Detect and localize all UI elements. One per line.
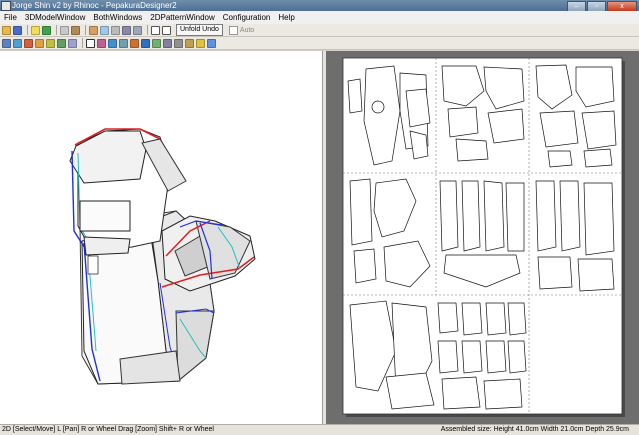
toolbar-separator xyxy=(82,38,83,48)
auto-checkbox-box[interactable] xyxy=(228,25,238,35)
model-3d-view[interactable] xyxy=(0,51,323,424)
pattern-piece[interactable] xyxy=(347,78,363,114)
line-icon[interactable] xyxy=(46,38,55,48)
pattern-piece[interactable] xyxy=(507,302,527,336)
pattern-piece[interactable] xyxy=(547,150,573,168)
shape-icon[interactable] xyxy=(60,25,69,35)
zoom-icon[interactable] xyxy=(13,38,22,48)
cube-icon[interactable] xyxy=(71,25,80,35)
title-bar: Jorge Shin v2 by Rhinoc - PepakuraDesign… xyxy=(0,0,639,12)
pattern-piece[interactable] xyxy=(437,302,459,334)
menu-both-windows[interactable]: BothWindows xyxy=(89,11,146,24)
page-icon[interactable] xyxy=(68,38,77,48)
pattern-piece[interactable] xyxy=(461,180,481,252)
pattern-piece[interactable] xyxy=(461,302,483,336)
pattern-piece[interactable] xyxy=(405,88,431,128)
pattern-piece[interactable] xyxy=(349,178,373,246)
status-assembled-size: Assembled size: Height 41.0cm Width 21.0… xyxy=(440,426,629,433)
flap-icon[interactable] xyxy=(108,38,117,48)
pattern-piece[interactable] xyxy=(487,108,525,144)
undo-icon[interactable] xyxy=(185,38,194,48)
pattern-piece[interactable] xyxy=(583,182,615,256)
pattern-piece[interactable] xyxy=(485,302,507,336)
pattern-piece[interactable] xyxy=(535,180,557,252)
pattern-piece[interactable] xyxy=(539,110,579,148)
pattern-piece[interactable] xyxy=(505,182,525,252)
layout-icon[interactable] xyxy=(57,38,66,48)
main-toolbar: Unfold Undo Auto xyxy=(0,24,639,37)
pattern-piece[interactable] xyxy=(559,180,581,252)
menu-bar: File 3DModelWindow BothWindows 2DPattern… xyxy=(0,11,639,24)
toolbar-separator xyxy=(147,25,148,35)
pattern-piece[interactable] xyxy=(577,258,615,292)
anchor-icon[interactable] xyxy=(122,25,131,35)
pattern-piece[interactable] xyxy=(485,340,507,374)
pattern-piece[interactable] xyxy=(439,180,459,252)
edge-icon[interactable] xyxy=(24,38,33,48)
pattern-piece[interactable] xyxy=(441,376,481,410)
scissors-icon[interactable] xyxy=(111,25,120,35)
pattern-sheet[interactable] xyxy=(326,51,639,424)
menu-help[interactable]: Help xyxy=(274,11,298,24)
unfold-icon[interactable] xyxy=(31,25,40,35)
window-title: Jorge Shin v2 by Rhinoc - PepakuraDesign… xyxy=(12,1,177,10)
print-icon[interactable] xyxy=(174,38,183,48)
pattern-piece[interactable] xyxy=(461,340,483,374)
help-icon[interactable] xyxy=(207,38,216,48)
open-icon[interactable] xyxy=(2,25,11,35)
grid-icon[interactable] xyxy=(141,38,150,48)
model-face xyxy=(79,200,131,232)
toolbar-separator xyxy=(85,25,86,35)
pattern-2d-view[interactable] xyxy=(326,51,639,424)
papercraft-model[interactable] xyxy=(0,51,323,424)
model-icon[interactable] xyxy=(42,25,51,35)
app-icon xyxy=(1,1,11,11)
secondary-toolbar xyxy=(0,37,639,50)
status-mode-hint: 2D [Select/Move] L [Pan] R or Wheel Drag… xyxy=(2,426,214,433)
select-icon[interactable] xyxy=(86,38,95,48)
save-icon[interactable] xyxy=(13,25,22,35)
pattern-piece[interactable] xyxy=(353,248,377,284)
fit-icon[interactable] xyxy=(2,38,11,48)
window-controls: – ▫ x xyxy=(567,1,637,12)
model-face xyxy=(69,130,147,184)
unfold-undo-button[interactable]: Unfold Undo xyxy=(176,24,223,36)
auto-checkbox-label: Auto xyxy=(239,26,255,34)
brush-icon[interactable] xyxy=(130,38,139,48)
toolbar-separator xyxy=(56,25,57,35)
pattern-piece[interactable] xyxy=(537,256,573,290)
auto-checkbox[interactable]: Auto xyxy=(228,25,255,35)
menu-2d-pattern-window[interactable]: 2DPatternWindow xyxy=(146,11,218,24)
pattern-piece[interactable] xyxy=(385,372,435,410)
pattern-piece[interactable] xyxy=(437,340,459,374)
pattern-piece[interactable] xyxy=(583,148,613,168)
pattern-piece[interactable] xyxy=(483,180,505,252)
arrange-icon[interactable] xyxy=(163,38,172,48)
pattern-piece[interactable] xyxy=(447,106,479,138)
join-icon[interactable] xyxy=(97,38,106,48)
glue-icon[interactable] xyxy=(100,25,109,35)
menu-3d-model-window[interactable]: 3DModelWindow xyxy=(21,11,89,24)
menu-file[interactable]: File xyxy=(0,11,21,24)
settings-icon[interactable] xyxy=(196,38,205,48)
hatch-icon[interactable] xyxy=(119,38,128,48)
rotate-icon[interactable] xyxy=(133,25,142,35)
menu-configuration[interactable]: Configuration xyxy=(219,11,275,24)
pencil-icon[interactable] xyxy=(89,25,98,35)
status-bar: 2D [Select/Move] L [Pan] R or Wheel Drag… xyxy=(0,424,639,435)
model-face xyxy=(87,255,99,275)
pattern-piece[interactable] xyxy=(507,340,527,374)
pattern-piece[interactable] xyxy=(483,378,523,410)
texture-icon[interactable] xyxy=(35,38,44,48)
pattern-piece[interactable] xyxy=(455,138,489,162)
window-split-icon[interactable] xyxy=(162,25,171,35)
model-face xyxy=(83,236,131,256)
window-single-icon[interactable] xyxy=(151,25,160,35)
toolbar-separator xyxy=(27,25,28,35)
image-icon[interactable] xyxy=(152,38,161,48)
pattern-piece[interactable] xyxy=(581,110,617,150)
